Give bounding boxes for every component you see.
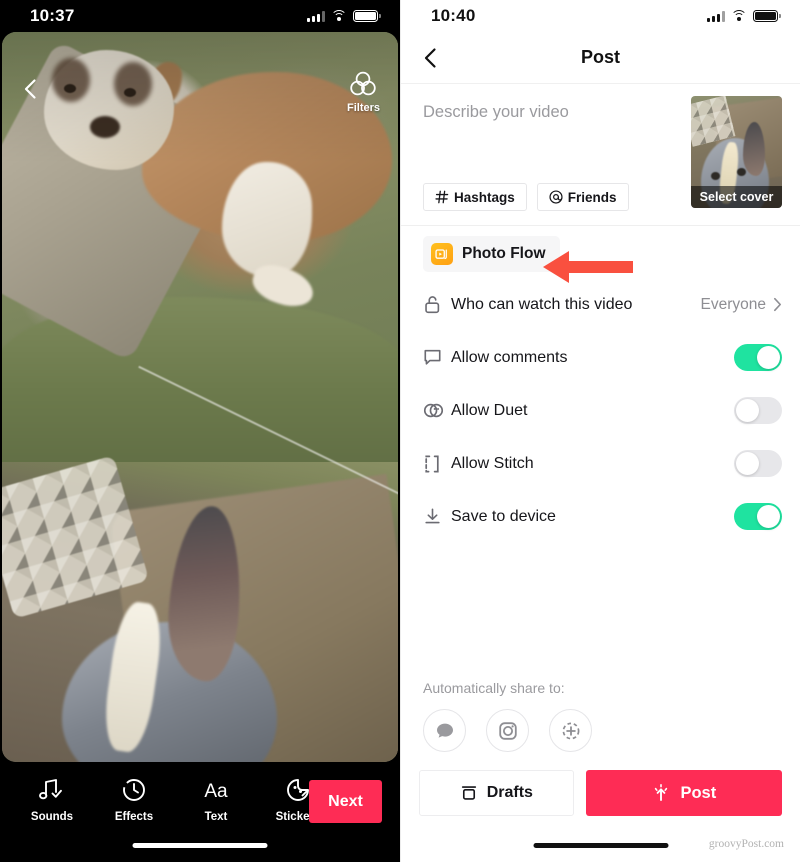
stitch-brackets-icon: [423, 454, 451, 474]
allow-comments-toggle[interactable]: [734, 344, 782, 372]
row-label: Allow comments: [451, 348, 568, 366]
privacy-value: Everyone: [700, 295, 766, 313]
effects-clock-icon: [123, 779, 145, 801]
tool-label: Text: [204, 811, 228, 823]
tool-sounds[interactable]: Sounds: [28, 776, 76, 823]
home-indicator: [533, 843, 668, 848]
row-label: Who can watch this video: [451, 295, 633, 313]
back-chevron-icon[interactable]: [419, 46, 443, 70]
cellular-bars-icon: [707, 10, 725, 22]
post-label: Post: [680, 783, 717, 802]
chevron-right-icon: [773, 298, 782, 312]
row-label: Allow Duet: [451, 401, 528, 419]
status-indicators: [307, 10, 381, 22]
post-nav-bar: Post: [401, 32, 800, 84]
chip-label: Hashtags: [454, 189, 515, 205]
chip-label: Friends: [567, 189, 617, 205]
download-icon: [423, 507, 451, 526]
auto-share-title: Automatically share to:: [423, 680, 565, 696]
filters-circles-icon: [350, 71, 377, 96]
hashtag-icon: [435, 191, 449, 204]
at-mention-icon: [549, 190, 563, 205]
share-message-button[interactable]: [423, 709, 466, 752]
photo-flow-label: Photo Flow: [462, 245, 546, 263]
row-allow-comments[interactable]: Allow comments: [423, 331, 782, 384]
left-status-bar: 10:37: [0, 0, 400, 32]
row-label: Save to device: [451, 507, 556, 525]
tool-effects[interactable]: Effects: [110, 776, 158, 823]
comment-bubble-icon: [423, 348, 451, 367]
friends-button[interactable]: Friends: [536, 183, 629, 212]
status-clock: 10:40: [431, 6, 476, 25]
filters-button[interactable]: Filters: [347, 70, 380, 114]
drafts-archive-icon: [461, 786, 476, 800]
message-bubble-icon: [436, 723, 453, 738]
video-preview[interactable]: Filters: [2, 32, 398, 762]
wifi-icon: [331, 10, 347, 22]
music-note-check-icon: [39, 779, 62, 800]
tool-label: Effects: [114, 811, 154, 823]
compose-section: Describe your video Hashtags Friends Sel…: [401, 84, 800, 227]
allow-stitch-toggle[interactable]: [734, 450, 782, 478]
post-sparkle-arrow-icon: [655, 784, 668, 801]
post-settings-list: Photo Flow Who can watch this video Ever…: [401, 226, 800, 543]
back-chevron-icon[interactable]: [18, 76, 44, 102]
share-instagram-button[interactable]: [486, 709, 529, 752]
filters-label: Filters: [346, 102, 380, 114]
home-indicator: [132, 843, 268, 848]
row-save-to-device[interactable]: Save to device: [423, 490, 782, 543]
photo-flow-button[interactable]: Photo Flow: [423, 236, 560, 273]
select-cover-thumbnail[interactable]: Select cover: [691, 96, 782, 208]
drafts-button[interactable]: Drafts: [419, 770, 574, 816]
battery-icon: [753, 10, 781, 22]
row-value[interactable]: Everyone: [701, 296, 782, 314]
next-button[interactable]: Next: [309, 780, 382, 823]
page-title: Post: [580, 47, 620, 67]
drafts-label: Drafts: [486, 784, 533, 801]
dual-phone-screenshot: 10:37 Filters Sounds Effects Aa Text Sti…: [0, 0, 800, 862]
right-phone-screen: 10:40 Post Describe your video Hashtags …: [400, 0, 800, 862]
status-indicators: [707, 10, 781, 22]
post-actions: Drafts Post: [419, 770, 782, 816]
photo-upper-scene: [2, 32, 398, 487]
battery-icon: [353, 10, 381, 22]
row-allow-stitch[interactable]: Allow Stitch: [423, 437, 782, 490]
hashtags-button[interactable]: Hashtags: [423, 183, 527, 212]
left-phone-screen: 10:37 Filters Sounds Effects Aa Text Sti…: [0, 0, 400, 862]
more-plus-icon: [562, 722, 579, 739]
select-cover-label: Select cover: [691, 186, 782, 208]
row-label: Allow Stitch: [451, 454, 534, 472]
tool-label: Sounds: [30, 811, 74, 823]
duet-icon: [423, 401, 451, 420]
share-more-button[interactable]: [549, 709, 592, 752]
instagram-icon: [498, 721, 517, 740]
tool-text[interactable]: Aa Text: [192, 776, 240, 823]
right-status-bar: 10:40: [401, 0, 800, 32]
status-clock: 10:37: [30, 6, 75, 25]
auto-share-section: Automatically share to:: [423, 680, 592, 752]
row-allow-duet[interactable]: Allow Duet: [423, 384, 782, 437]
post-button[interactable]: Post: [585, 770, 782, 816]
text-aa-icon: Aa: [204, 781, 228, 802]
photo-lower-scene: [2, 455, 398, 762]
photo-flow-icon: [431, 243, 453, 266]
wifi-icon: [731, 10, 747, 22]
cellular-bars-icon: [307, 10, 325, 22]
unlocked-padlock-icon: [423, 294, 451, 315]
row-who-can-watch[interactable]: Who can watch this video Everyone: [423, 278, 782, 331]
svg-text:Aa: Aa: [204, 781, 228, 802]
watermark: groovyPost.com: [708, 838, 784, 850]
save-to-device-toggle[interactable]: [734, 503, 782, 531]
allow-duet-toggle[interactable]: [734, 397, 782, 425]
